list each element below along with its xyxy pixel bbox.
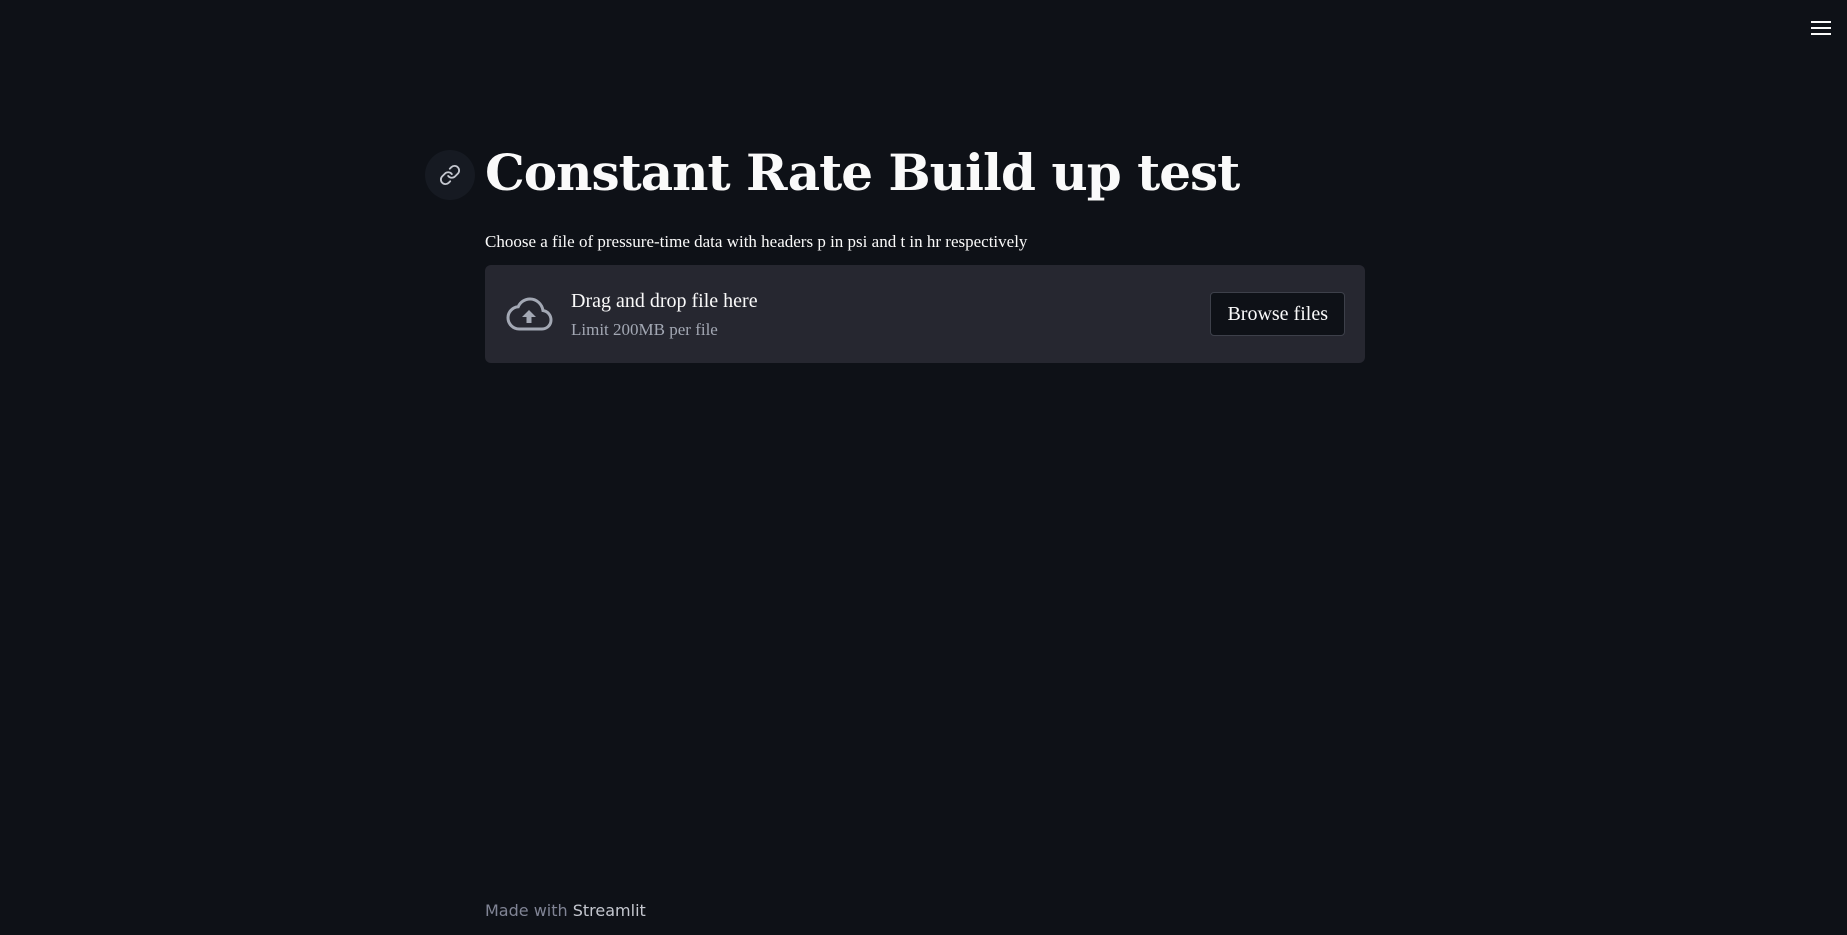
title-anchor-link[interactable] bbox=[425, 150, 475, 200]
browse-files-button[interactable]: Browse files bbox=[1210, 292, 1345, 336]
file-dropzone[interactable]: Drag and drop file here Limit 200MB per … bbox=[485, 265, 1365, 363]
cloud-upload-icon bbox=[505, 294, 553, 334]
link-icon bbox=[439, 164, 461, 186]
dropzone-size-limit: Limit 200MB per file bbox=[571, 320, 718, 339]
dropzone-instructions: Drag and drop file here Limit 200MB per … bbox=[571, 288, 1210, 340]
footer: Made with Streamlit bbox=[485, 900, 646, 922]
main-menu-button[interactable] bbox=[1807, 14, 1835, 42]
hamburger-menu-icon bbox=[1811, 21, 1831, 35]
dropzone-primary-text: Drag and drop file here bbox=[571, 290, 758, 312]
app-root: Constant Rate Build up test Choose a fil… bbox=[0, 0, 1847, 935]
file-uploader-label: Choose a file of pressure-time data with… bbox=[485, 232, 1028, 251]
page-title: Constant Rate Build up test bbox=[485, 143, 1240, 202]
streamlit-link[interactable]: Streamlit bbox=[573, 901, 646, 920]
title-row: Constant Rate Build up test bbox=[425, 140, 1365, 206]
footer-made-with: Made with bbox=[485, 901, 573, 920]
main-content: Constant Rate Build up test Choose a fil… bbox=[425, 0, 1365, 363]
